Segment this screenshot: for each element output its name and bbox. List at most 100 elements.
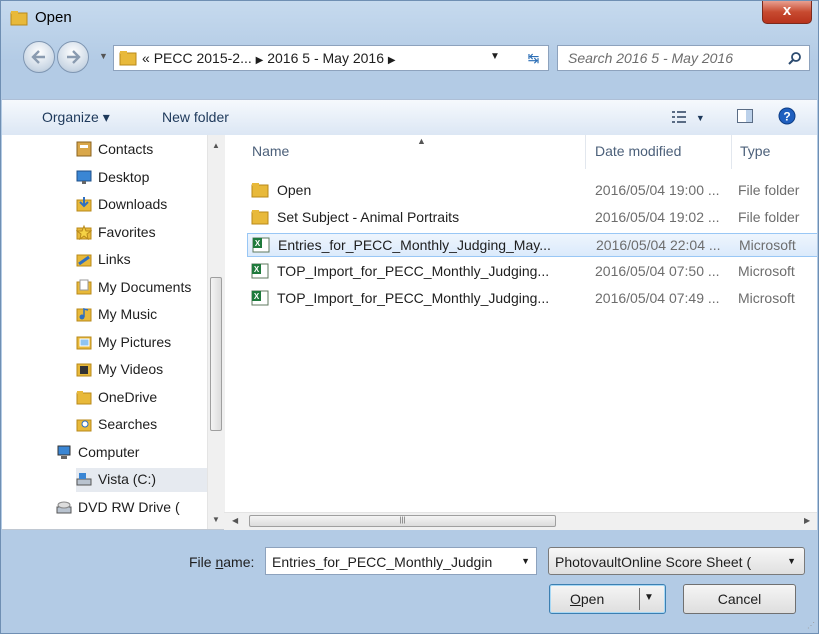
excel-file-icon: X (251, 290, 269, 306)
sidebar-item-label: My Music (98, 306, 158, 322)
sidebar-item-downloads[interactable]: Downloads (76, 193, 210, 217)
links-icon (76, 254, 92, 267)
sidebar-item-my-documents[interactable]: My Documents (76, 276, 210, 300)
file-date-modified: 2016/05/04 19:02 ... (595, 209, 720, 225)
sidebar-item-vista-c[interactable]: Vista (C:) (76, 468, 210, 492)
cancel-button[interactable]: Cancel (683, 584, 796, 614)
scroll-up-icon[interactable]: ▲ (212, 141, 220, 150)
sidebar-item-my-pictures[interactable]: My Pictures (76, 331, 210, 355)
folder-icon (119, 51, 137, 66)
open-button[interactable]: Open ▼ (549, 584, 666, 614)
excel-file-icon: X (252, 237, 270, 253)
desktop-icon (76, 170, 92, 184)
address-dropdown-icon[interactable]: ▼ (490, 51, 500, 62)
column-header-date-modified[interactable]: Date modified (595, 143, 681, 159)
dvd-drive-icon (56, 501, 72, 513)
back-button[interactable] (23, 41, 55, 73)
sidebar-item-label: Downloads (98, 196, 168, 212)
svg-text:X: X (255, 239, 261, 248)
file-name: TOP_Import_for_PECC_Monthly_Judging... (277, 263, 550, 279)
breadcrumb: « PECC 2015-2... ▶ 2016 5 - May 2016 ▶ (142, 50, 396, 66)
downloads-icon (76, 197, 92, 212)
navigation-pane: Contacts Desktop Downloads Favorites Links My… (46, 135, 210, 529)
file-type: Microsoft (738, 290, 795, 306)
sidebar-item-desktop[interactable]: Desktop (76, 166, 210, 190)
file-name-field[interactable]: Entries_for_PECC_Monthly_Judgin ▼ (265, 547, 537, 575)
open-button-label: Open (570, 585, 604, 613)
column-divider[interactable] (585, 135, 586, 169)
breadcrumb-separator-icon[interactable]: ▶ (256, 55, 264, 66)
column-divider[interactable] (731, 135, 732, 169)
file-type: File folder (738, 209, 800, 225)
view-dropdown-icon: ▼ (695, 113, 705, 123)
help-button[interactable]: ? (778, 107, 796, 128)
navigation-bar: ▼ « PECC 2015-2... ▶ 2016 5 - May 2016 ▶… (1, 41, 818, 79)
sidebar-item-searches[interactable]: Searches (76, 413, 210, 437)
sidebar-item-label: My Pictures (98, 333, 172, 350)
table-row[interactable]: Set Subject - Animal Portraits 2016/05/04… (247, 206, 817, 230)
sidebar-item-favorites[interactable]: Favorites (76, 221, 210, 245)
organize-button[interactable]: Organize ▾ (42, 109, 110, 126)
scroll-right-icon[interactable]: ▶ (804, 516, 810, 525)
resize-grip-icon[interactable]: ⋰ (807, 621, 815, 630)
refresh-icon: ↹ (527, 50, 540, 66)
address-bar[interactable]: « PECC 2015-2... ▶ 2016 5 - May 2016 ▶ ▼ (113, 45, 521, 71)
refresh-button[interactable]: ↹ (519, 45, 549, 71)
column-header-type[interactable]: Type (740, 143, 770, 159)
sidebar-item-computer[interactable]: Computer (56, 441, 210, 465)
file-type-select[interactable]: PhotovaultOnline Score Sheet ( ▼ (548, 547, 805, 575)
breadcrumb-item[interactable]: 2016 5 - May 2016 (267, 50, 384, 66)
open-accelerator: O (570, 591, 581, 607)
search-placeholder: Search 2016 5 - May 2016 (568, 50, 733, 66)
navigation-pane-scrollbar[interactable]: ▲ ▼ (207, 135, 225, 529)
search-icon[interactable] (788, 51, 802, 65)
scroll-down-icon[interactable]: ▼ (212, 515, 220, 524)
search-input[interactable]: Search 2016 5 - May 2016 (557, 45, 810, 71)
scroll-thumb[interactable]: ||| (249, 515, 556, 527)
sidebar-item-my-music[interactable]: My Music (76, 303, 210, 327)
sidebar-item-links[interactable]: Links (76, 248, 210, 272)
forward-button[interactable] (57, 41, 89, 73)
sidebar-item-my-videos[interactable]: My Videos (76, 358, 210, 382)
videos-icon (76, 363, 92, 377)
preview-pane-button[interactable] (737, 109, 753, 126)
breadcrumb-separator-icon[interactable]: ▶ (388, 55, 396, 66)
window-title: Open (35, 9, 72, 26)
new-folder-button[interactable]: New folder (162, 109, 229, 125)
table-row[interactable]: X Entries_for_PECC_Monthly_Judging_May...… (247, 233, 817, 257)
scroll-left-icon[interactable]: ◀ (232, 516, 238, 525)
view-options-button[interactable]: ▼ (672, 110, 705, 126)
file-date-modified: 2016/05/04 22:04 ... (596, 237, 721, 253)
file-name-label-part: File (189, 554, 216, 570)
table-row[interactable]: Open 2016/05/04 19:00 ... File folder (247, 179, 817, 203)
sidebar-item-label: Favorites (98, 223, 156, 240)
favorites-icon (76, 224, 92, 240)
sidebar-item-onedrive[interactable]: OneDrive (76, 386, 210, 410)
music-icon (76, 308, 92, 322)
file-name-dropdown-icon[interactable]: ▼ (521, 556, 530, 566)
sidebar-item-contacts[interactable]: Contacts (76, 138, 210, 162)
preview-pane-icon (737, 109, 753, 123)
searches-icon (76, 419, 92, 432)
excel-file-icon: X (251, 263, 269, 279)
open-dialog-icon (10, 11, 28, 26)
open-label-rest: pen (580, 591, 605, 607)
svg-text:?: ? (783, 110, 790, 124)
breadcrumb-item[interactable]: PECC 2015-2... (154, 50, 252, 66)
column-header-name[interactable]: Name (252, 143, 289, 159)
recent-locations-dropdown-icon[interactable]: ▼ (99, 51, 108, 61)
close-button[interactable]: x (762, 1, 812, 24)
table-row[interactable]: X TOP_Import_for_PECC_Monthly_Judging... 2… (247, 287, 817, 311)
open-options-dropdown-icon[interactable]: ▼ (644, 593, 654, 603)
table-row[interactable]: X TOP_Import_for_PECC_Monthly_Judging... 2… (247, 260, 817, 284)
file-list-horizontal-scrollbar[interactable]: ◀ ||| ▶ (224, 512, 817, 530)
back-arrow-icon (31, 50, 45, 64)
file-name: Entries_for_PECC_Monthly_Judging_May... (278, 237, 551, 253)
file-date-modified: 2016/05/04 07:50 ... (595, 263, 720, 279)
scroll-thumb[interactable] (210, 277, 222, 431)
folder-icon (251, 210, 269, 225)
file-name-label-part: ame: (223, 554, 255, 570)
sidebar-item-dvd-rw-drive[interactable]: DVD RW Drive ( (56, 496, 210, 520)
sidebar-item-label: My Videos (98, 361, 164, 377)
breadcrumb-overflow[interactable]: « (142, 50, 150, 66)
